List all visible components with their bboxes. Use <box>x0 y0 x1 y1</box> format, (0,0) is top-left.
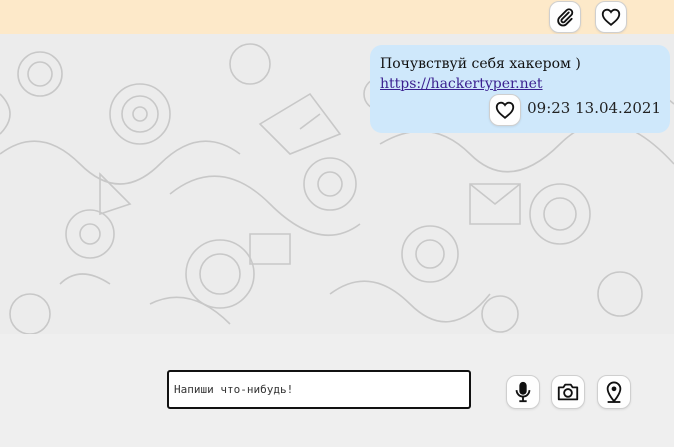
message-timestamp: 09:23 13.04.2021 <box>527 99 661 117</box>
heart-icon <box>601 8 621 26</box>
paperclip-icon <box>557 8 574 27</box>
location-button[interactable] <box>597 375 631 409</box>
camera-button[interactable] <box>551 375 585 409</box>
message-bubble: Почувствуй себя хакером ) https://hacker… <box>370 45 670 133</box>
location-pin-icon <box>606 381 622 403</box>
heart-icon <box>495 101 515 119</box>
message-input[interactable] <box>167 370 471 409</box>
microphone-icon <box>515 381 531 403</box>
like-message-button[interactable] <box>489 94 521 126</box>
voice-message-button[interactable] <box>506 375 540 409</box>
camera-icon <box>557 383 579 401</box>
chat-area: Почувствуй себя хакером ) https://hacker… <box>0 34 674 334</box>
message-text: Почувствуй себя хакером ) <box>380 56 581 72</box>
favorites-button[interactable] <box>595 1 627 33</box>
attach-button[interactable] <box>549 1 581 33</box>
message-link[interactable]: https://hackertyper.net <box>380 75 543 93</box>
